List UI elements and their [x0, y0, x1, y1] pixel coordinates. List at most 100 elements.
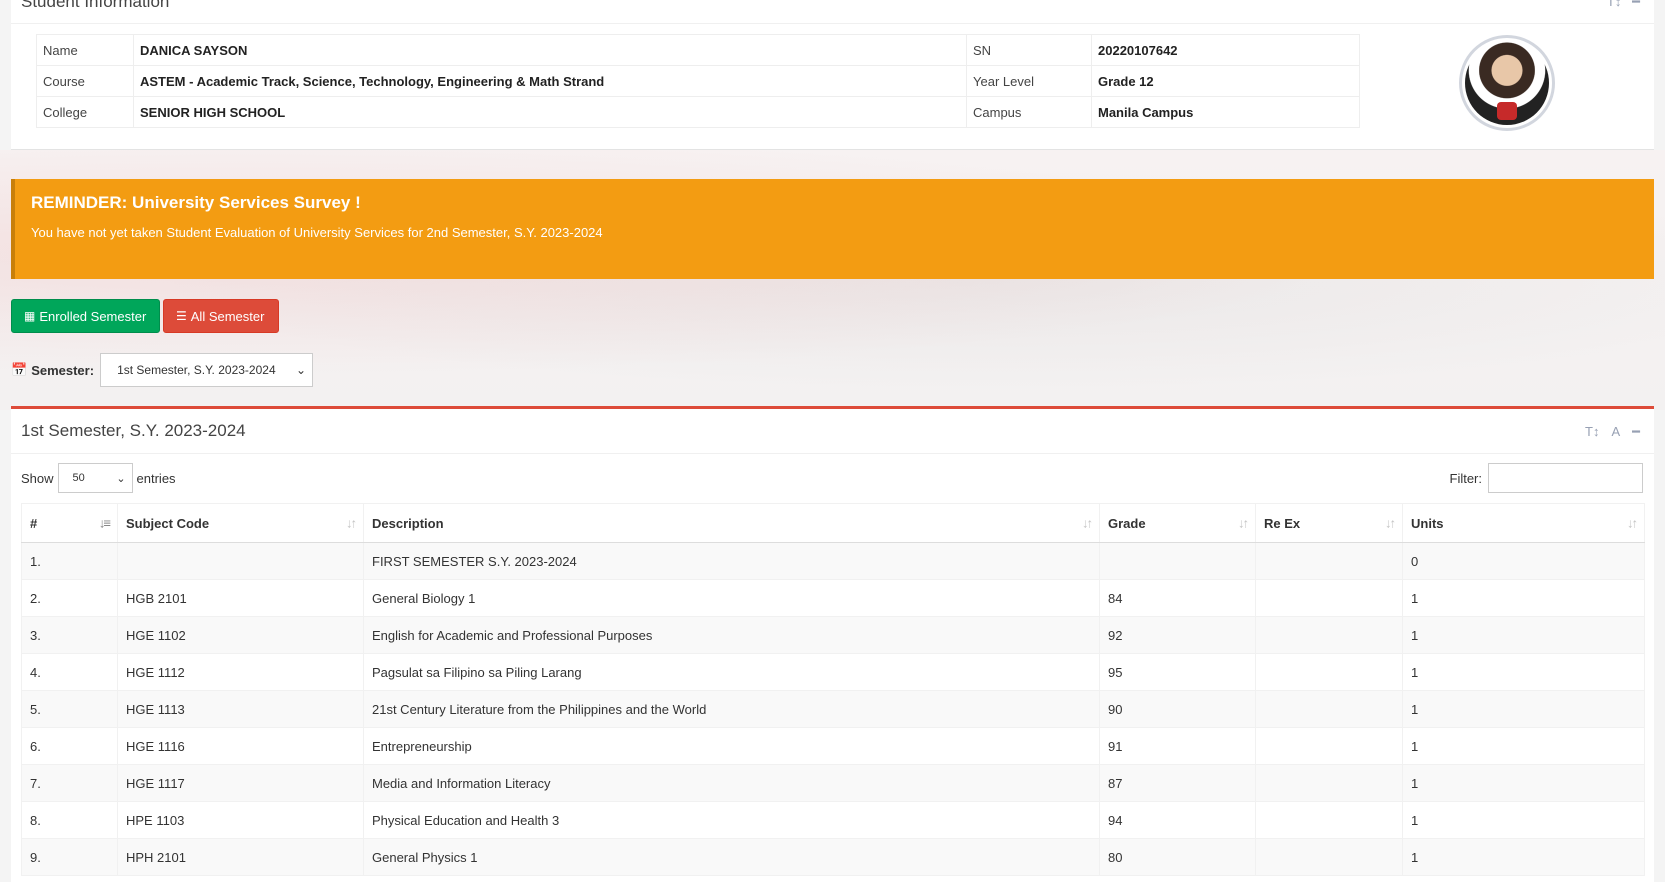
cell-reex [1255, 764, 1403, 802]
cell-grade: 92 [1099, 616, 1256, 654]
name-value: DANICA SAYSON [133, 34, 967, 66]
sort-icon: ↓↑ [1627, 515, 1638, 531]
cell-reex [1255, 801, 1403, 839]
cell-number: 9. [21, 838, 118, 876]
table-row: 8. HPE 1103 Physical Education and Health … [21, 801, 1645, 839]
cell-subject-code: HGE 1112 [117, 653, 364, 691]
enrolled-semester-button[interactable]: ▦ Enrolled Semester [11, 299, 160, 333]
student-info-box: Student Information T↕ ━ Name DANICA SAY… [11, 0, 1654, 150]
cell-number: 8. [21, 801, 118, 839]
chevron-down-icon: ⌄ [116, 472, 126, 485]
font-icon[interactable]: A [1612, 424, 1621, 440]
chevron-down-icon: ⌄ [296, 363, 307, 377]
all-semester-label: All Semester [190, 308, 265, 324]
column-header-units[interactable]: Units ↓↑ [1402, 503, 1645, 543]
cell-units: 1 [1402, 727, 1645, 765]
show-label: Show [21, 470, 54, 486]
cell-description: General Physics 1 [363, 838, 1100, 876]
cell-grade: 95 [1099, 653, 1256, 691]
column-header-reex[interactable]: Re Ex ↓↑ [1255, 503, 1403, 543]
cell-reex [1255, 838, 1403, 876]
sort-icon: ↓↑ [1238, 515, 1249, 531]
cell-subject-code: HPH 2101 [117, 838, 364, 876]
course-value: ASTEM - Academic Track, Science, Technol… [133, 65, 967, 97]
cell-description: English for Academic and Professional Pu… [363, 616, 1100, 654]
info-row-course: Course ASTEM - Academic Track, Science, … [36, 65, 1360, 97]
cell-number: 5. [21, 690, 118, 728]
grades-title: 1st Semester, S.Y. 2023-2024 [21, 421, 246, 440]
cell-grade: 91 [1099, 727, 1256, 765]
entries-select[interactable]: 50 ⌄ [57, 463, 133, 493]
cell-reex [1255, 653, 1403, 691]
campus-value: Manila Campus [1091, 96, 1360, 128]
semester-select-value: 1st Semester, S.Y. 2023-2024 [117, 363, 276, 377]
table-row: 7. HGE 1117 Media and Information Literacy… [21, 764, 1645, 802]
filter-input[interactable] [1488, 463, 1643, 493]
cell-units: 1 [1402, 690, 1645, 728]
cell-units: 1 [1402, 764, 1645, 802]
column-header-description[interactable]: Description ↓↑ [363, 503, 1100, 543]
reminder-message: You have not yet taken Student Evaluatio… [31, 225, 603, 240]
name-label: Name [36, 34, 134, 66]
text-size-icon[interactable]: T↕ [1607, 0, 1621, 9]
collapse-icon[interactable]: ━ [1632, 424, 1640, 440]
cell-units: 1 [1402, 653, 1645, 691]
main-content: Student Information T↕ ━ Name DANICA SAY… [11, 0, 1654, 882]
cell-grade: 90 [1099, 690, 1256, 728]
text-size-icon[interactable]: T↕ [1585, 424, 1599, 440]
year-level-label: Year Level [966, 65, 1092, 97]
column-header-number[interactable]: # ↓≡ [21, 503, 118, 543]
cell-grade: 84 [1099, 579, 1256, 617]
sort-icon: ↓↑ [1082, 515, 1093, 531]
table-icon: ▦ [24, 309, 36, 323]
box-tools: T↕ ━ [1607, 0, 1640, 10]
sort-icon: ↓↑ [1385, 515, 1396, 531]
cell-reex [1255, 690, 1403, 728]
cell-grade [1099, 542, 1256, 580]
table-row: 3. HGE 1102 English for Academic and Profe… [21, 616, 1645, 654]
semester-select[interactable]: 1st Semester, S.Y. 2023-2024 ⌄ [100, 353, 314, 387]
calendar-icon: 📅 [11, 362, 28, 377]
semester-filter: 📅 Semester: 1st Semester, S.Y. 2023-2024… [11, 353, 314, 387]
student-info-title: Student Information [21, 0, 170, 11]
show-entries: Show 50 ⌄ entries [21, 463, 176, 493]
table-row: 6. HGE 1116 Entrepreneurship 91 1 [21, 727, 1645, 765]
column-header-subject-code[interactable]: Subject Code ↓↑ [117, 503, 364, 543]
all-semester-button[interactable]: ☰ All Semester [163, 299, 279, 333]
year-level-value: Grade 12 [1091, 65, 1360, 97]
info-row-name: Name DANICA SAYSON SN 20220107642 [36, 34, 1360, 66]
cell-units: 1 [1402, 616, 1645, 654]
cell-subject-code: HGE 1102 [117, 616, 364, 654]
cell-number: 6. [21, 727, 118, 765]
sn-value: 20220107642 [1091, 34, 1360, 66]
cell-number: 4. [21, 653, 118, 691]
avatar [1459, 35, 1555, 131]
cell-description: Media and Information Literacy [363, 764, 1100, 802]
reminder-callout: REMINDER: University Services Survey ! Y… [11, 179, 1654, 279]
entries-label: entries [136, 470, 176, 486]
collapse-icon[interactable]: ━ [1632, 0, 1640, 9]
college-value: SENIOR HIGH SCHOOL [133, 96, 967, 128]
semester-label: Semester: [31, 362, 95, 378]
cell-subject-code: HGB 2101 [117, 579, 364, 617]
reminder-title: REMINDER: University Services Survey ! [31, 193, 361, 212]
cell-reex [1255, 727, 1403, 765]
cell-description: Entrepreneurship [363, 727, 1100, 765]
student-info-table: Name DANICA SAYSON SN 20220107642 Course… [36, 34, 1360, 128]
cell-units: 1 [1402, 838, 1645, 876]
table-row: 2. HGB 2101 General Biology 1 84 1 [21, 579, 1645, 617]
sort-icon: ↓↑ [346, 515, 357, 531]
cell-description: FIRST SEMESTER S.Y. 2023-2024 [363, 542, 1100, 580]
filter: Filter: [1449, 463, 1643, 493]
campus-label: Campus [966, 96, 1092, 128]
cell-grade: 87 [1099, 764, 1256, 802]
cell-subject-code: HGE 1116 [117, 727, 364, 765]
cell-subject-code [117, 542, 364, 580]
list-icon: ☰ [176, 309, 187, 323]
student-photo [1465, 41, 1549, 125]
filter-label: Filter: [1449, 470, 1483, 486]
column-header-grade[interactable]: Grade ↓↑ [1099, 503, 1256, 543]
grades-table-body: 1. FIRST SEMESTER S.Y. 2023-2024 0 2. HGB 21… [21, 542, 1645, 876]
cell-number: 7. [21, 764, 118, 802]
cell-description: General Biology 1 [363, 579, 1100, 617]
